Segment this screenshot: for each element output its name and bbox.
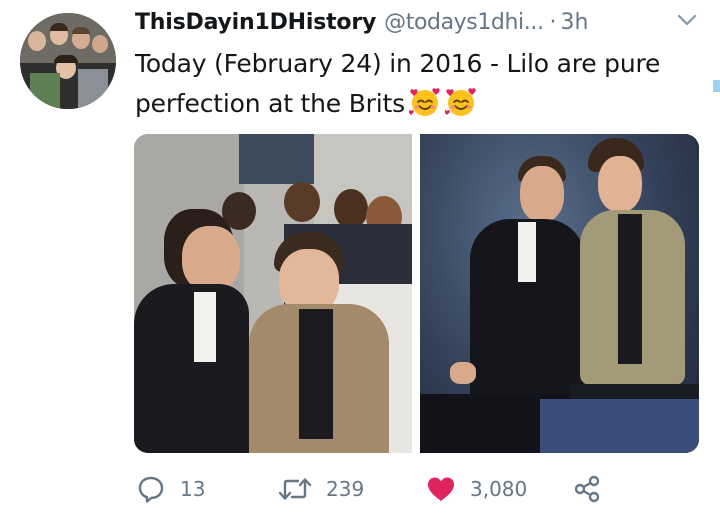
scroll-indicator — [713, 80, 720, 92]
like-count: 3,080 — [470, 477, 528, 501]
smiling-face-with-hearts-icon — [408, 88, 440, 116]
display-name[interactable]: ThisDayin1DHistory — [135, 10, 376, 35]
separator-dot: · — [549, 9, 557, 35]
media-divider — [412, 134, 420, 453]
reply-button[interactable]: 13 — [136, 470, 205, 508]
avatar[interactable] — [20, 13, 116, 109]
tweet-body: Today (February 24) in 2016 - Lilo are p… — [135, 49, 661, 118]
tweet-text: Today (February 24) in 2016 - Lilo are p… — [135, 44, 705, 124]
chevron-down-icon[interactable] — [676, 11, 698, 29]
retweet-button[interactable]: 239 — [278, 470, 364, 508]
timestamp[interactable]: 3h — [561, 10, 589, 35]
photo-right[interactable] — [420, 134, 699, 453]
reply-count: 13 — [180, 477, 206, 501]
media-grid[interactable] — [134, 134, 699, 453]
tweet-actions: 13 239 3,080 — [136, 470, 606, 508]
tweet-header: ThisDayin1DHistory @todays1dhi... · 3h — [135, 5, 589, 39]
like-button[interactable]: 3,080 — [426, 470, 527, 508]
heart-icon — [428, 477, 454, 501]
photo-left[interactable] — [134, 134, 412, 453]
smiling-face-with-hearts-icon — [444, 88, 476, 116]
share-button[interactable] — [572, 470, 602, 508]
tweet-card[interactable]: ThisDayin1DHistory @todays1dhi... · 3h T… — [0, 0, 720, 517]
retweet-icon — [278, 478, 312, 500]
share-icon — [574, 475, 600, 503]
reply-icon — [138, 476, 164, 503]
retweet-count: 239 — [326, 477, 365, 501]
user-handle[interactable]: @todays1dhi... — [384, 10, 544, 35]
